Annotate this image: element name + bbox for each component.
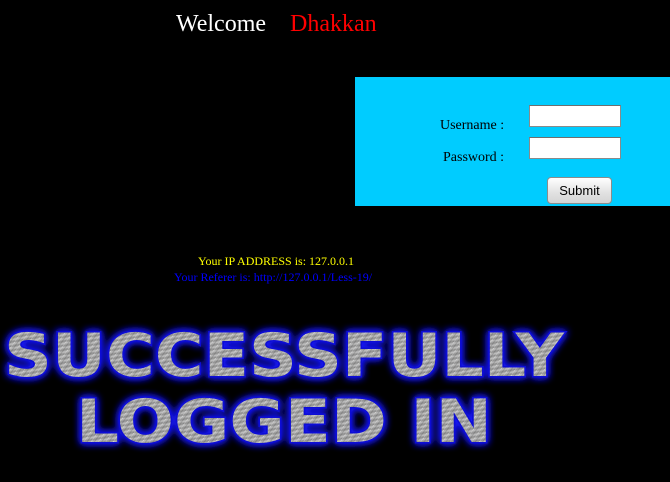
password-input[interactable] bbox=[529, 137, 621, 159]
welcome-label: Welcome bbox=[176, 11, 267, 37]
user-name: Dhakkan bbox=[290, 11, 377, 37]
banner-line-2: LOGGED IN bbox=[76, 387, 492, 457]
success-banner-image: SUCCESSFULLY LOGGED IN bbox=[3, 320, 568, 459]
username-label: Username : bbox=[440, 118, 505, 133]
page: Welcome Dhakkan Username : Password : Sub… bbox=[0, 0, 670, 482]
password-label: Password : bbox=[443, 150, 505, 165]
ip-address-text: Your IP ADDRESS is: 127.0.0.1 bbox=[198, 254, 355, 268]
banner-line-1: SUCCESSFULLY bbox=[4, 321, 566, 391]
referer-text: Your Referer is: http://127.0.0.1/Less-1… bbox=[174, 270, 373, 284]
welcome-header: Welcome Dhakkan bbox=[176, 10, 377, 38]
username-input[interactable] bbox=[529, 105, 621, 127]
submit-button[interactable]: Submit bbox=[547, 177, 612, 204]
login-form: Username : Password : Submit bbox=[355, 77, 670, 206]
